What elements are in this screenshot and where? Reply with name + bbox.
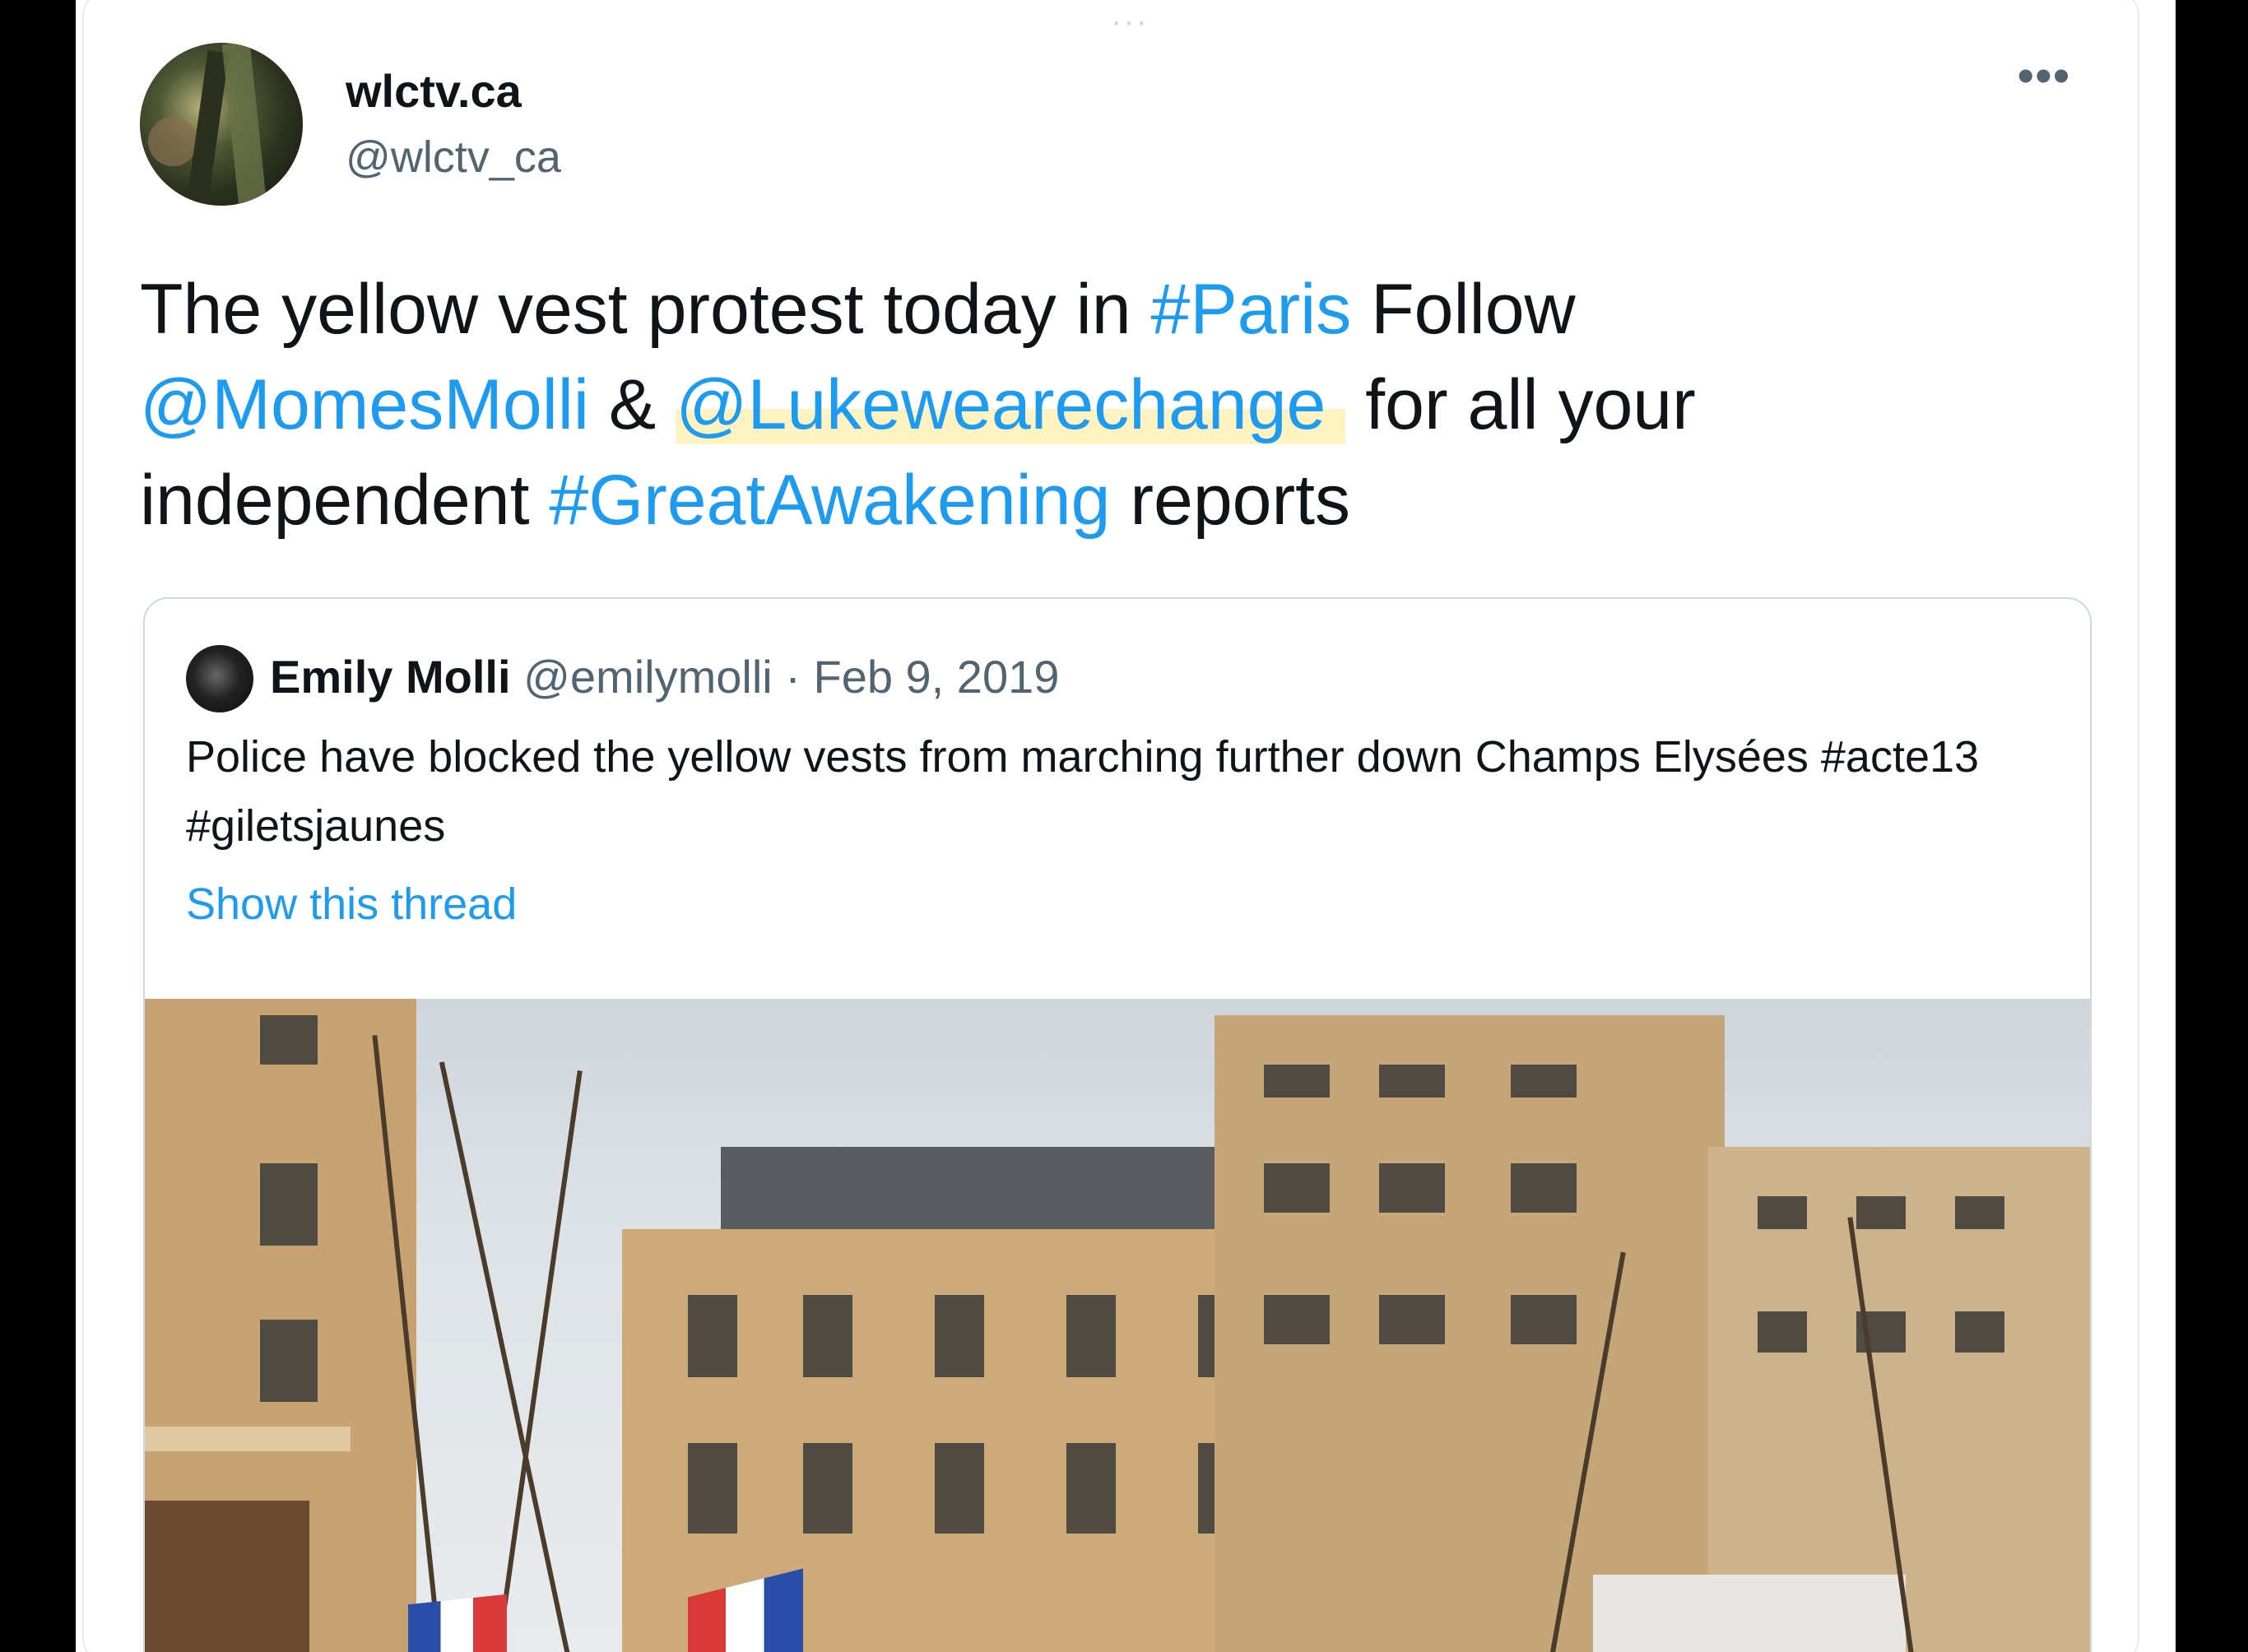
drag-handle-icon: ··· xyxy=(1111,3,1149,39)
quoted-header: Emily Molli @emilymolli · Feb 9, 2019 xyxy=(270,650,1059,703)
quoted-avatar[interactable] xyxy=(186,645,253,712)
tweet-text-segment: reports xyxy=(1110,461,1351,540)
mention-momesmolli[interactable]: @MomesMolli xyxy=(140,365,589,444)
tweet-card: ··· wlctv.ca @wlctv_ca ••• The yellow ve… xyxy=(76,0,2176,1652)
tweet-photo[interactable] xyxy=(145,999,2090,1652)
quoted-date[interactable]: Feb 9, 2019 xyxy=(813,651,1059,703)
hashtag-greatawakening[interactable]: #GreatAwakening xyxy=(549,461,1110,540)
tweet-text: The yellow vest protest today in #Paris … xyxy=(140,262,2032,548)
quoted-author-handle[interactable]: @emilymolli xyxy=(523,651,773,703)
author-handle[interactable]: @wlctv_ca xyxy=(346,132,561,183)
quoted-tweet[interactable]: Emily Molli @emilymolli · Feb 9, 2019 Po… xyxy=(143,597,2092,1652)
left-black-bar xyxy=(0,0,76,1652)
tweet-text-segment: Follow xyxy=(1351,270,1576,349)
tweet-text-segment: The yellow vest protest today in xyxy=(140,270,1151,349)
mention-lukewearechange[interactable]: @Lukewearechange xyxy=(676,365,1346,444)
avatar[interactable] xyxy=(140,43,303,206)
show-thread-link[interactable]: Show this thread xyxy=(186,879,517,930)
flag-image xyxy=(408,1594,507,1652)
quoted-author-name[interactable]: Emily Molli xyxy=(270,651,511,703)
author-name[interactable]: wlctv.ca xyxy=(346,64,522,118)
right-black-bar xyxy=(2176,0,2248,1652)
more-options-icon[interactable]: ••• xyxy=(2018,53,2071,99)
tweet-text-segment: & xyxy=(589,365,676,444)
hashtag-paris[interactable]: #Paris xyxy=(1150,270,1351,349)
quoted-text: Police have blocked the yellow vests fro… xyxy=(186,732,1980,851)
quoted-separator: · xyxy=(785,651,801,703)
